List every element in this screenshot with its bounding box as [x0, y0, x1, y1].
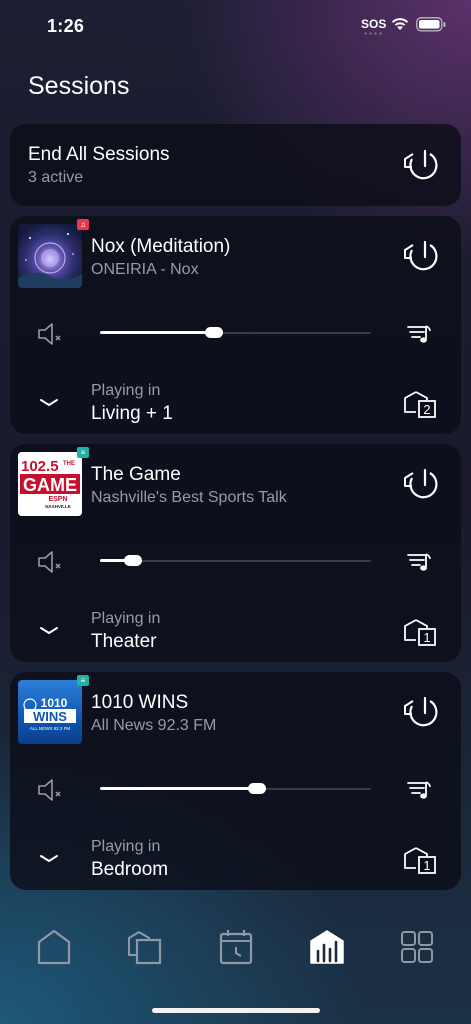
radio-source-icon: ≡ — [77, 675, 89, 686]
session-power-button[interactable] — [402, 464, 442, 504]
tab-schedule[interactable] — [214, 925, 258, 969]
status-time: 1:26 — [47, 16, 85, 36]
station-art[interactable]: 1010 WINS ALL NEWS 92.3 FM — [18, 680, 82, 744]
room-count: 2 — [423, 402, 430, 417]
station-subtitle: All News 92.3 FM — [91, 717, 217, 734]
svg-text:ESPN: ESPN — [48, 496, 67, 503]
svg-text:THE: THE — [63, 461, 75, 467]
volume-slider[interactable] — [100, 325, 371, 341]
tab-more[interactable] — [395, 925, 439, 969]
playing-in-label: Playing in — [91, 838, 161, 855]
track-artist: ONEIRIA - Nox — [91, 261, 199, 278]
volume-fill — [100, 787, 258, 790]
mute-icon[interactable] — [36, 320, 66, 348]
station-title: The Game — [91, 464, 181, 485]
volume-slider[interactable] — [100, 781, 371, 797]
playing-in-label: Playing in — [91, 610, 161, 627]
session-card-the-game: 102.5 THE GAME ESPN NASHVILLE ≡ The Game… — [10, 444, 461, 662]
station-name: WINS — [33, 709, 67, 724]
apple-music-icon: ♫ — [77, 219, 89, 230]
home-indicator[interactable] — [152, 1008, 320, 1013]
active-count: 3 active — [28, 169, 84, 186]
room-name: Bedroom — [91, 859, 169, 880]
queue-icon[interactable] — [406, 550, 434, 574]
signal-dots-icon — [363, 32, 383, 35]
room-name: Living + 1 — [91, 403, 173, 424]
station-logo: 1010 WINS ALL NEWS 92.3 FM — [23, 696, 76, 731]
station-art[interactable]: 102.5 THE GAME ESPN NASHVILLE — [18, 452, 82, 516]
room-count: 1 — [423, 630, 430, 645]
volume-fill — [100, 331, 214, 334]
volume-thumb[interactable] — [204, 327, 223, 338]
tab-rooms[interactable] — [123, 925, 167, 969]
tab-bar — [0, 925, 471, 975]
rooms-button[interactable]: 1 — [402, 612, 440, 650]
chevron-down-icon[interactable] — [38, 396, 60, 410]
mute-icon[interactable] — [36, 548, 66, 576]
station-frequency: 102.5 — [21, 458, 59, 475]
end-all-label: End All Sessions — [28, 144, 170, 165]
tab-sessions[interactable] — [305, 925, 349, 969]
room-count: 1 — [423, 858, 430, 873]
page-title: Sessions — [28, 72, 130, 100]
mute-icon[interactable] — [36, 776, 66, 804]
session-power-button[interactable] — [402, 236, 442, 276]
rooms-button[interactable]: 2 — [402, 384, 440, 422]
station-title: 1010 WINS — [91, 692, 189, 713]
volume-thumb[interactable] — [123, 555, 142, 566]
rooms-button[interactable]: 1 — [402, 840, 440, 878]
station-frequency: 1010 — [41, 696, 68, 710]
chevron-down-icon[interactable] — [38, 624, 60, 638]
volume-thumb[interactable] — [248, 783, 267, 794]
album-art[interactable] — [18, 224, 82, 288]
session-card-1010-wins: 1010 WINS ALL NEWS 92.3 FM ≡ 1010 WINS A… — [10, 672, 461, 890]
svg-text:ALL NEWS 92.3 FM: ALL NEWS 92.3 FM — [30, 726, 71, 731]
station-subtitle: Nashville's Best Sports Talk — [91, 489, 287, 506]
wifi-icon — [391, 18, 409, 30]
tab-home[interactable] — [32, 925, 76, 969]
track-title: Nox (Meditation) — [91, 236, 231, 257]
end-all-sessions-card[interactable]: End All Sessions 3 active — [10, 124, 461, 206]
chevron-down-icon[interactable] — [38, 852, 60, 866]
queue-icon[interactable] — [406, 322, 434, 346]
battery-icon — [416, 17, 446, 32]
queue-icon[interactable] — [406, 778, 434, 802]
album-art-image — [18, 233, 82, 288]
sos-indicator: SOS — [361, 17, 387, 31]
radio-source-icon: ≡ — [77, 447, 89, 458]
volume-slider[interactable] — [100, 553, 371, 569]
station-name: GAME — [23, 475, 77, 495]
end-all-power-button[interactable] — [402, 145, 442, 185]
room-name: Theater — [91, 631, 157, 652]
session-card-nox: ♫ Nox (Meditation) ONEIRIA - Nox Playing… — [10, 216, 461, 434]
station-logo: 102.5 THE GAME ESPN NASHVILLE — [18, 452, 82, 516]
session-power-button[interactable] — [402, 692, 442, 732]
status-bar: 1:26 SOS — [0, 0, 471, 50]
svg-text:NASHVILLE: NASHVILLE — [45, 504, 71, 509]
playing-in-label: Playing in — [91, 382, 161, 399]
